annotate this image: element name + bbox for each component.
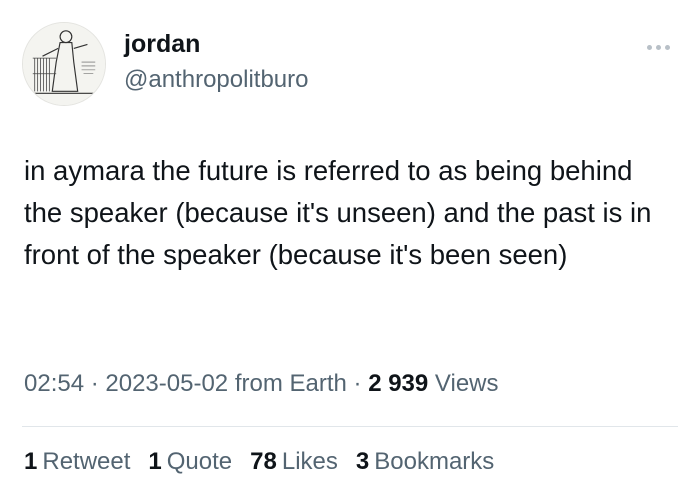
tweet-time[interactable]: 02:54 (24, 370, 84, 397)
divider (22, 426, 678, 427)
tweet-card: jordan @anthropolitburo in aymara the fu… (0, 0, 700, 498)
retweets-label: Retweet (42, 448, 131, 475)
tweet-meta: 02:54 · 2023-05-02 from Earth · 2 939 Vi… (24, 370, 499, 398)
more-dot-icon (646, 44, 652, 50)
display-name[interactable]: jordan (124, 30, 200, 59)
bookmarks-count: 3 (355, 448, 370, 475)
meta-separator: · (84, 370, 106, 397)
more-dot-icon (664, 44, 670, 50)
tweet-source: from Earth (228, 370, 347, 397)
views-label: Views (428, 370, 499, 397)
avatar-engraving-icon (23, 23, 105, 105)
likes-label: Likes (281, 448, 338, 475)
bookmarks-label: Bookmarks (374, 448, 495, 475)
more-options-icon[interactable] (640, 36, 676, 58)
bookmarks-stat[interactable]: 3 Bookmarks (356, 448, 494, 476)
retweets-count: 1 (24, 448, 38, 475)
meta-separator: · (346, 370, 369, 397)
tweet-date[interactable]: 2023-05-02 (105, 370, 228, 397)
views-count: 2 939 (368, 370, 429, 397)
likes-count: 78 (250, 448, 277, 475)
user-handle[interactable]: @anthropolitburo (124, 66, 308, 94)
engagement-stats: 1 Retweet 1 Quote 78 Likes 3 Bookmarks (24, 448, 494, 476)
quotes-stat[interactable]: 1 Quote (148, 448, 232, 476)
more-dot-icon (655, 44, 661, 50)
tweet-text: in aymara the future is referred to as b… (24, 155, 652, 270)
avatar[interactable] (22, 22, 106, 106)
retweets-stat[interactable]: 1 Retweet (24, 448, 130, 476)
quotes-count: 1 (148, 448, 162, 475)
likes-stat[interactable]: 78 Likes (250, 448, 338, 476)
quotes-label: Quote (166, 448, 233, 475)
